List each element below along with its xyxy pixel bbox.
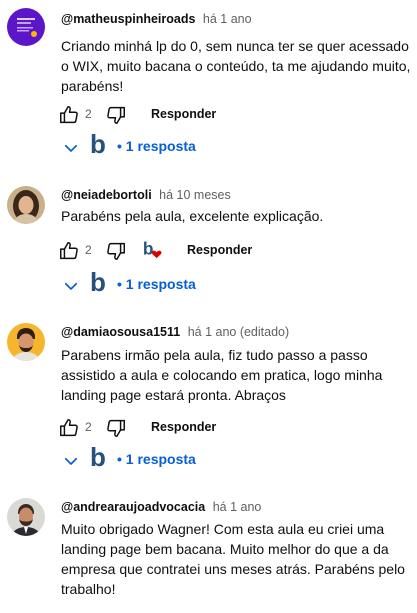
comment-text: Parabens irmão pela aula, fiz tudo passo…: [61, 347, 383, 403]
dislike-icon[interactable]: [105, 240, 127, 262]
author-name[interactable]: @damiaosousa1511: [61, 325, 180, 339]
creator-avatar: b: [90, 267, 106, 297]
dislike-icon[interactable]: [105, 104, 127, 126]
like-count: 2: [85, 107, 92, 121]
creator-heart-icon: b: [143, 239, 162, 259]
reply-button[interactable]: Responder: [151, 107, 216, 121]
comment-header: @damiaosousa1511 há 1 ano (editado): [61, 325, 289, 339]
avatar[interactable]: [7, 498, 45, 536]
author-name[interactable]: @matheuspinheiroads: [61, 12, 195, 26]
avatar[interactable]: [7, 323, 45, 361]
like-icon[interactable]: [58, 417, 80, 439]
reply-button[interactable]: Responder: [187, 243, 252, 257]
comment-text: Muito obrigado Wagner! Com esta aula eu …: [61, 521, 405, 597]
comment-header: @matheuspinheiroads há 1 ano: [61, 12, 252, 26]
comment-text: Criando minhá lp do 0, sem nunca ter se …: [61, 38, 411, 94]
chevron-down-icon: [64, 457, 78, 465]
replies-count: • 1 resposta: [117, 138, 196, 154]
comment-header: @neiadebortoli há 10 meses: [61, 188, 231, 202]
creator-avatar: b: [90, 129, 106, 159]
replies-count: • 1 resposta: [117, 451, 196, 467]
timestamp[interactable]: há 10 meses: [159, 188, 231, 202]
avatar[interactable]: [7, 186, 45, 224]
like-icon[interactable]: [58, 240, 80, 262]
comment-text: Parabéns pela aula, excelente explicação…: [61, 208, 324, 224]
comment-header: @andrearaujoadvocacia há 1 ano: [61, 500, 261, 514]
like-count: 2: [85, 420, 92, 434]
timestamp[interactable]: há 1 ano: [203, 12, 252, 26]
replies-count: • 1 resposta: [117, 276, 196, 292]
dislike-icon[interactable]: [105, 417, 127, 439]
author-name[interactable]: @neiadebortoli: [61, 188, 152, 202]
chevron-down-icon: [64, 282, 78, 290]
author-name[interactable]: @andrearaujoadvocacia: [61, 500, 205, 514]
like-icon[interactable]: [58, 104, 80, 126]
svg-text:b: b: [143, 239, 154, 259]
timestamp[interactable]: há 1 ano (editado): [188, 325, 289, 339]
creator-avatar: b: [90, 442, 106, 472]
reply-button[interactable]: Responder: [151, 420, 216, 434]
chevron-down-icon: [64, 144, 78, 152]
like-count: 2: [85, 243, 92, 257]
timestamp[interactable]: há 1 ano: [213, 500, 262, 514]
avatar[interactable]: [7, 8, 45, 46]
